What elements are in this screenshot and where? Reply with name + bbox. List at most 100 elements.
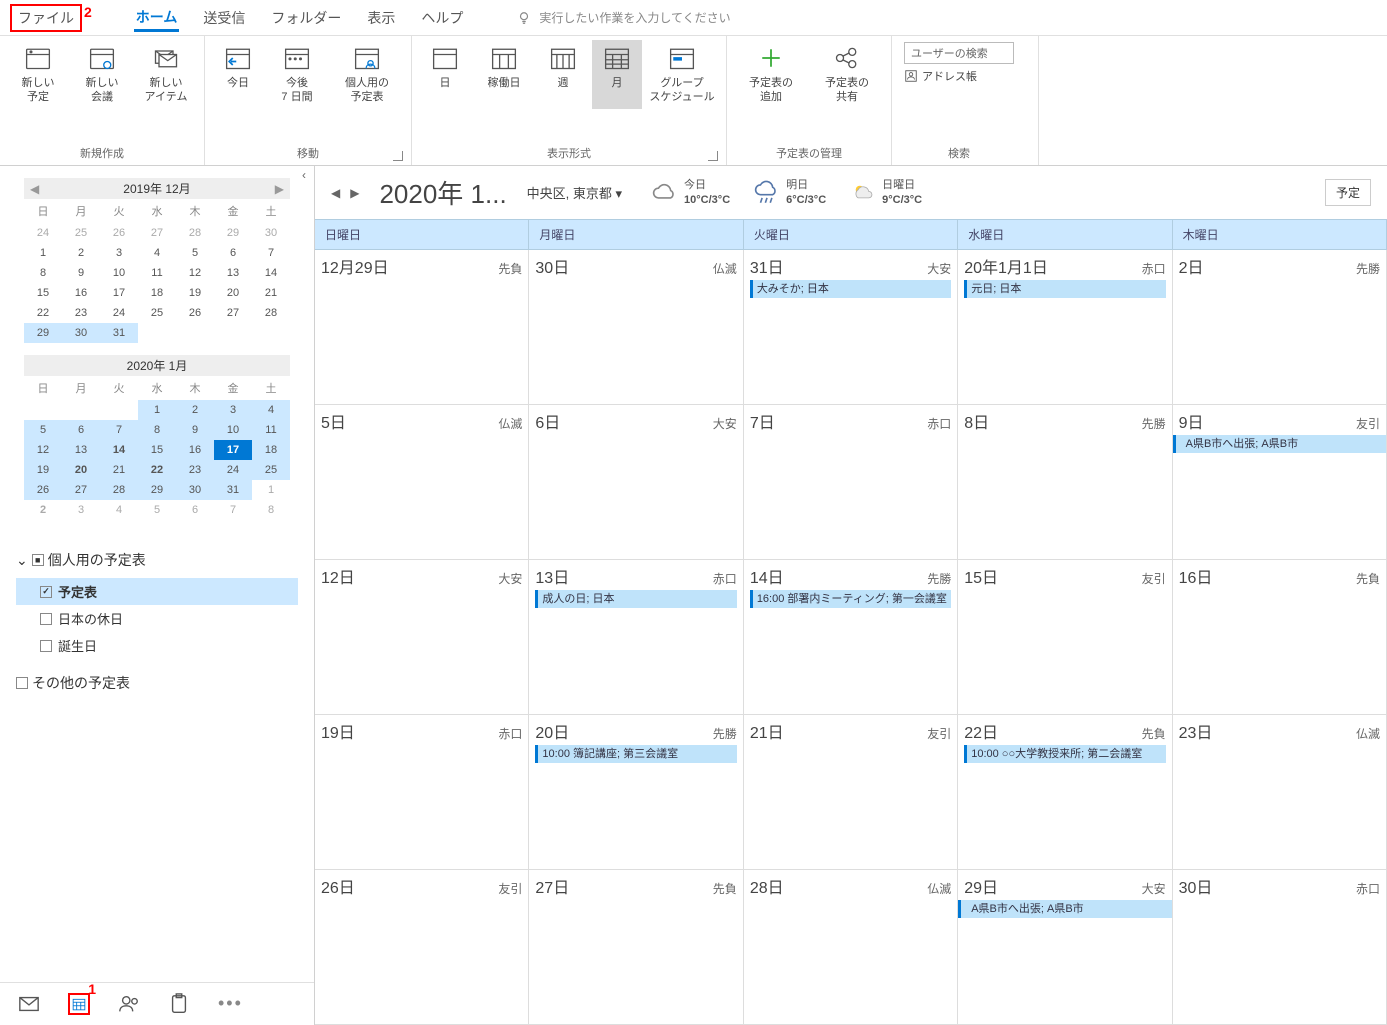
minical-day[interactable]: 29 <box>214 223 252 243</box>
minical-day[interactable]: 27 <box>62 480 100 500</box>
minical-day[interactable] <box>214 323 252 343</box>
minical-day[interactable]: 6 <box>214 243 252 263</box>
cal-group-personal[interactable]: ⌄ ■ 個人用の予定表 <box>16 550 298 570</box>
minical-day[interactable]: 1 <box>24 243 62 263</box>
minical-day[interactable]: 28 <box>252 303 290 323</box>
minical-day[interactable]: 21 <box>252 283 290 303</box>
minical-day[interactable]: 3 <box>62 500 100 520</box>
minical-day[interactable]: 11 <box>252 420 290 440</box>
minical-day[interactable]: 12 <box>24 440 62 460</box>
minical-day[interactable]: 9 <box>176 420 214 440</box>
calendar-cell[interactable]: 14日先勝16:00 部署内ミーティング; 第一会議室 <box>744 560 958 714</box>
minical-day[interactable] <box>24 400 62 420</box>
minical-day[interactable]: 23 <box>176 460 214 480</box>
tab-help[interactable]: ヘルプ <box>419 4 465 32</box>
minical-day[interactable]: 23 <box>62 303 100 323</box>
calendar-event[interactable]: A県B市へ出張; A県B市 <box>1173 435 1386 453</box>
tab-view[interactable]: 表示 <box>365 4 397 32</box>
minical-day[interactable]: 18 <box>252 440 290 460</box>
minical-day[interactable]: 7 <box>214 500 252 520</box>
calendar-cell[interactable]: 29日大安A県B市へ出張; A県B市 <box>958 870 1172 1024</box>
workweek-button[interactable]: 稼働日 <box>474 40 534 109</box>
minical-day[interactable]: 8 <box>24 263 62 283</box>
minical-day[interactable]: 6 <box>176 500 214 520</box>
tab-sendreceive[interactable]: 送受信 <box>201 4 247 32</box>
minical-day[interactable] <box>138 323 176 343</box>
minical-day[interactable]: 24 <box>24 223 62 243</box>
minical-day[interactable]: 13 <box>214 263 252 283</box>
cal-item-birthdays[interactable]: 誕生日 <box>16 632 298 659</box>
calendar-event[interactable]: 成人の日; 日本 <box>535 590 736 608</box>
minical-day[interactable]: 15 <box>24 283 62 303</box>
minical-day[interactable]: 30 <box>62 323 100 343</box>
minical-day[interactable] <box>176 323 214 343</box>
calendar-event[interactable]: 10:00 簿記講座; 第三会議室 <box>535 745 736 763</box>
minical-day[interactable]: 4 <box>100 500 138 520</box>
minical-day[interactable]: 28 <box>100 480 138 500</box>
minical-day[interactable]: 17 <box>214 440 252 460</box>
calendar-event[interactable]: 大みそか; 日本 <box>750 280 951 298</box>
minical-day[interactable]: 31 <box>214 480 252 500</box>
tellme[interactable]: 実行したい作業を入力してください <box>517 9 730 26</box>
cal-group-other[interactable]: その他の予定表 <box>16 673 298 693</box>
new-items-button[interactable]: 新しい アイテム <box>136 40 196 109</box>
calendar-cell[interactable]: 5日仏滅 <box>315 405 529 559</box>
calendar-cell[interactable]: 20日先勝10:00 簿記講座; 第三会議室 <box>529 715 743 869</box>
minical-day[interactable]: 3 <box>100 243 138 263</box>
minical-day[interactable]: 4 <box>138 243 176 263</box>
next7-button[interactable]: 今後 7 日間 <box>267 40 327 109</box>
calendar-cell[interactable]: 9日友引A県B市へ出張; A県B市 <box>1173 405 1387 559</box>
minical-day[interactable]: 27 <box>138 223 176 243</box>
dialog-launcher-icon[interactable] <box>393 151 403 161</box>
tasks-icon[interactable] <box>168 993 190 1015</box>
minical-day[interactable]: 29 <box>24 323 62 343</box>
calendar-cell[interactable]: 15日友引 <box>958 560 1172 714</box>
minical-day[interactable]: 28 <box>176 223 214 243</box>
minical-day[interactable]: 30 <box>176 480 214 500</box>
minical-day[interactable]: 4 <box>252 400 290 420</box>
minical-day[interactable]: 30 <box>252 223 290 243</box>
tab-folder[interactable]: フォルダー <box>269 4 343 32</box>
new-meeting-button[interactable]: 新しい 会議 <box>72 40 132 109</box>
minical-day[interactable]: 22 <box>138 460 176 480</box>
minical-day[interactable]: 2 <box>62 243 100 263</box>
group-schedule-button[interactable]: グループ スケジュール <box>646 40 718 109</box>
tab-file[interactable]: ファイル <box>10 4 82 32</box>
calendar-cell[interactable]: 16日先負 <box>1173 560 1387 714</box>
calendar-location[interactable]: 中央区, 東京都 ▾ <box>527 183 622 202</box>
next-month-icon[interactable]: ▶ <box>350 186 359 200</box>
minical-day[interactable]: 25 <box>252 460 290 480</box>
tab-home[interactable]: ホーム <box>134 3 180 32</box>
people-icon[interactable] <box>118 993 140 1015</box>
minical-prev[interactable]: ◀ <box>30 182 39 196</box>
minical-day[interactable]: 17 <box>100 283 138 303</box>
day-button[interactable]: 日 <box>420 40 470 109</box>
personal-cal-button[interactable]: 個人用の 予定表 <box>331 40 403 109</box>
minical-day[interactable]: 25 <box>138 303 176 323</box>
minical-day[interactable]: 14 <box>100 440 138 460</box>
calendar-cell[interactable]: 8日先勝 <box>958 405 1172 559</box>
calendar-cell[interactable]: 22日先負10:00 ○○大学教授来所; 第二会議室 <box>958 715 1172 869</box>
calendar-nav-icon[interactable]: 1 <box>68 993 90 1015</box>
minical-day[interactable]: 2 <box>176 400 214 420</box>
collapse-sidebar-icon[interactable]: ‹ <box>302 168 306 182</box>
minical-day[interactable]: 2 <box>24 500 62 520</box>
minical-day[interactable]: 7 <box>252 243 290 263</box>
minical-day[interactable]: 5 <box>138 500 176 520</box>
calendar-cell[interactable]: 28日仏滅 <box>744 870 958 1024</box>
minical-day[interactable]: 18 <box>138 283 176 303</box>
minical-day[interactable]: 6 <box>62 420 100 440</box>
calendar-cell[interactable]: 26日友引 <box>315 870 529 1024</box>
minical-day[interactable] <box>62 400 100 420</box>
minical-day[interactable]: 14 <box>252 263 290 283</box>
calendar-event[interactable]: 元日; 日本 <box>964 280 1165 298</box>
calendar-cell[interactable]: 12日大安 <box>315 560 529 714</box>
minical-day[interactable]: 10 <box>100 263 138 283</box>
minical-day[interactable]: 26 <box>176 303 214 323</box>
dialog-launcher-icon[interactable] <box>708 151 718 161</box>
calendar-cell[interactable]: 30日仏滅 <box>529 250 743 404</box>
minical-day[interactable]: 15 <box>138 440 176 460</box>
minical-day[interactable]: 20 <box>214 283 252 303</box>
minical-day[interactable] <box>100 400 138 420</box>
minical-day[interactable]: 11 <box>138 263 176 283</box>
